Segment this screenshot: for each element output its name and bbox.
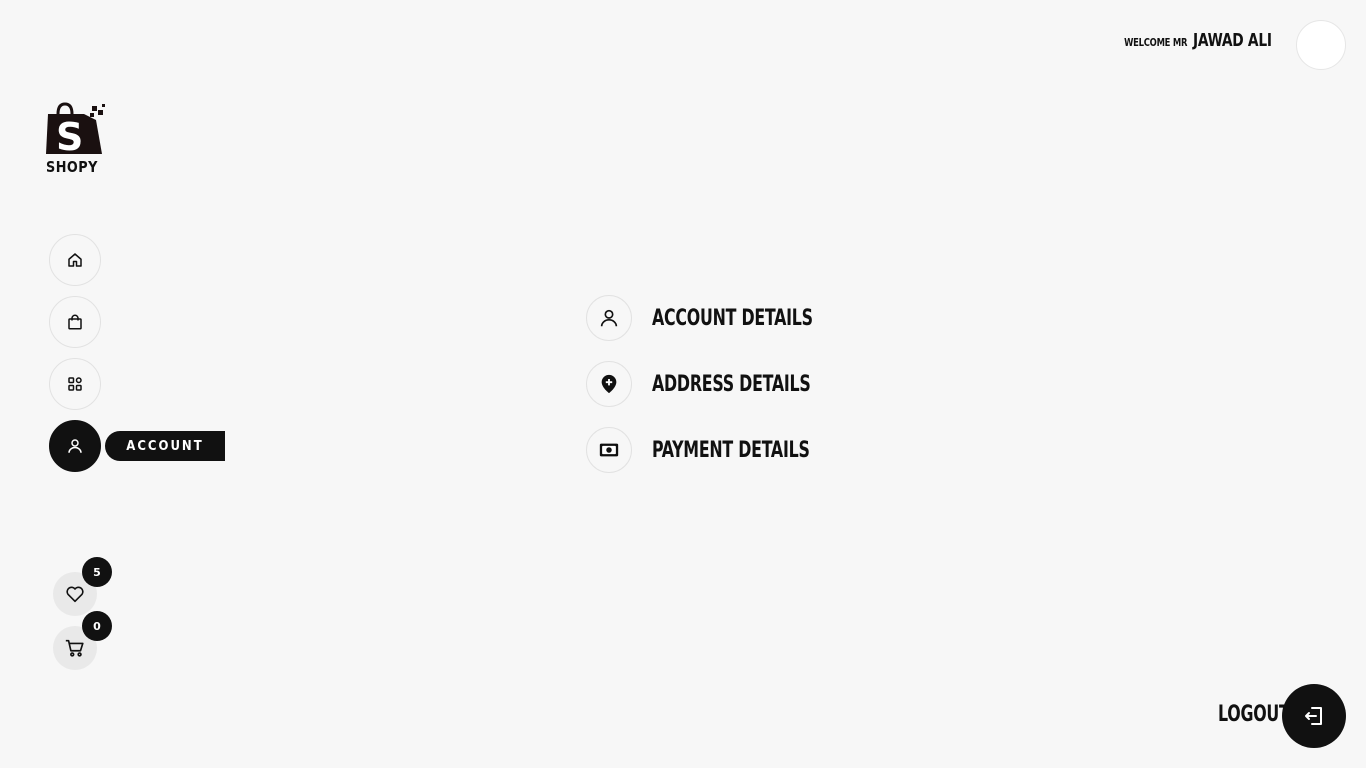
avatar[interactable] <box>1296 20 1346 70</box>
user-icon <box>600 309 618 327</box>
heart-icon <box>66 586 84 603</box>
menu-address-details[interactable]: ADDRESS DETAILS <box>586 361 850 407</box>
menu-icon-wrap <box>586 295 632 341</box>
logout-label[interactable]: LOGOUT <box>1218 702 1290 727</box>
menu-label: ACCOUNT DETAILS <box>652 305 813 331</box>
wishlist-count-badge: 5 <box>82 557 112 587</box>
user-icon <box>68 439 82 453</box>
money-icon <box>599 443 619 457</box>
menu-label: PAYMENT DETAILS <box>652 437 810 463</box>
welcome-message: WELCOME MR JAWAD ALI <box>1113 30 1286 51</box>
grid-icon <box>68 377 82 391</box>
brand-name: SHOPY <box>46 158 98 176</box>
menu-icon-wrap <box>586 427 632 473</box>
welcome-prefix: WELCOME MR <box>1124 36 1188 49</box>
logout-button[interactable] <box>1282 684 1346 748</box>
nav-categories[interactable] <box>49 358 101 410</box>
menu-payment-details[interactable]: PAYMENT DETAILS <box>586 427 849 473</box>
location-pin-icon <box>601 374 617 394</box>
nav-account[interactable] <box>49 420 101 472</box>
nav-account-label[interactable]: ACCOUNT <box>105 431 225 461</box>
cart-icon <box>65 639 84 657</box>
nav-shop[interactable] <box>49 296 101 348</box>
shopping-bag-icon <box>68 314 82 330</box>
menu-account-details[interactable]: ACCOUNT DETAILS <box>586 295 853 341</box>
logout-icon <box>1305 707 1322 725</box>
user-name: JAWAD ALI <box>1193 30 1273 51</box>
svg-text:S: S <box>56 115 83 159</box>
menu-label: ADDRESS DETAILS <box>652 371 811 397</box>
menu-icon-wrap <box>586 361 632 407</box>
nav-home[interactable] <box>49 234 101 286</box>
cart-count-badge: 0 <box>82 611 112 641</box>
home-icon <box>68 253 82 267</box>
